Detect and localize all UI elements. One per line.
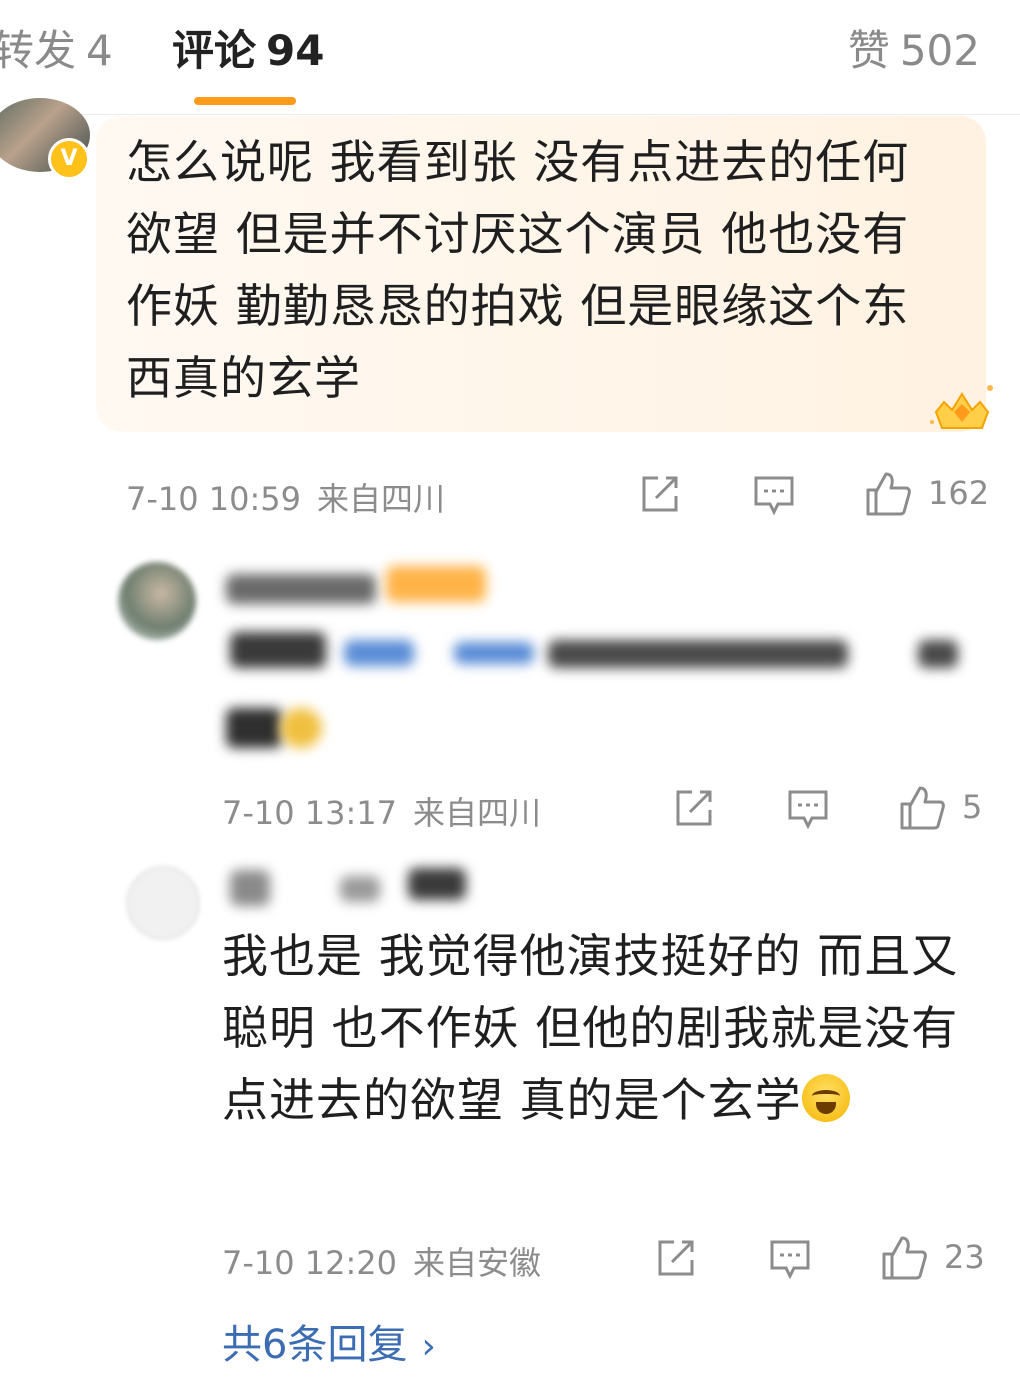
more-replies-link[interactable]: 共6条回复 ›: [222, 1312, 436, 1370]
user-badge-blurred: [386, 566, 486, 602]
tab-repost-label: 转发: [0, 26, 77, 75]
username-blurred: [226, 574, 376, 604]
tab-like[interactable]: 赞 502: [848, 24, 980, 78]
comment-text-blurred: [344, 640, 414, 666]
thumbs-up-icon[interactable]: [864, 470, 912, 518]
tab-comment-label: 评论: [172, 26, 257, 75]
comment-icon[interactable]: [768, 1236, 812, 1280]
comment-meta: 7-10 13:17 来自四川: [222, 788, 541, 834]
tab-repost-count: 4: [86, 26, 113, 75]
comment-text-blurred: [230, 632, 326, 668]
comment-time: 7-10 12:20: [222, 1244, 398, 1282]
emoji-blurred: [280, 708, 322, 748]
comment-location: 来自安徽: [413, 1244, 542, 1282]
thumbs-up-icon[interactable]: [898, 784, 946, 832]
tab-comment-count: 94: [266, 26, 325, 75]
comment-text-blurred: [226, 708, 282, 748]
username-blurred: [408, 868, 466, 900]
tab-like-label: 赞: [847, 26, 890, 75]
comment-location: 来自四川: [317, 480, 446, 518]
share-icon[interactable]: [672, 786, 716, 830]
tab-bar: 转发 4 评论 94 赞 502: [0, 0, 1020, 115]
like-count: 162: [928, 474, 990, 512]
like-count: 23: [944, 1238, 985, 1276]
like-count: 5: [962, 788, 983, 826]
comment-icon[interactable]: [786, 786, 830, 830]
avatar[interactable]: [118, 562, 196, 640]
username-blurred: [340, 876, 380, 902]
comment-text-blurred: [918, 640, 958, 668]
comment-location: 来自四川: [413, 794, 542, 832]
comment-time: 7-10 10:59: [126, 480, 302, 518]
thumbs-up-icon[interactable]: [880, 1234, 928, 1282]
share-icon[interactable]: [638, 472, 682, 516]
comment-text-blurred: [454, 642, 534, 664]
comment-text-blurred: [548, 640, 848, 668]
username-blurred: [230, 870, 270, 906]
comment-text: 我也是 我觉得他演技挺好的 而且又聪明 也不作妖 但他的剧我就是没有点进去的欲望…: [222, 920, 992, 1136]
comment-meta: 7-10 10:59 来自四川: [126, 474, 445, 520]
comment-meta: 7-10 12:20 来自安徽: [222, 1238, 541, 1284]
active-tab-indicator: [194, 97, 296, 105]
avatar[interactable]: [126, 866, 200, 940]
chevron-right-icon: ›: [421, 1326, 436, 1367]
share-icon[interactable]: [654, 1236, 698, 1280]
tab-like-count: 502: [899, 26, 980, 75]
laugh-cry-emoji: [801, 1074, 850, 1122]
comment-icon[interactable]: [752, 472, 796, 516]
comment-text: 怎么说呢 我看到张 没有点进去的任何欲望 但是并不讨厌这个演员 他也没有作妖 勤…: [126, 135, 910, 405]
more-replies-label: 共6条回复: [222, 1322, 408, 1368]
crown-badge-icon: [930, 385, 993, 429]
comment-time: 7-10 13:17: [222, 794, 398, 832]
tab-comment[interactable]: 评论 94: [172, 24, 324, 78]
verified-badge: V: [48, 138, 90, 180]
tab-repost[interactable]: 转发 4: [0, 24, 113, 78]
